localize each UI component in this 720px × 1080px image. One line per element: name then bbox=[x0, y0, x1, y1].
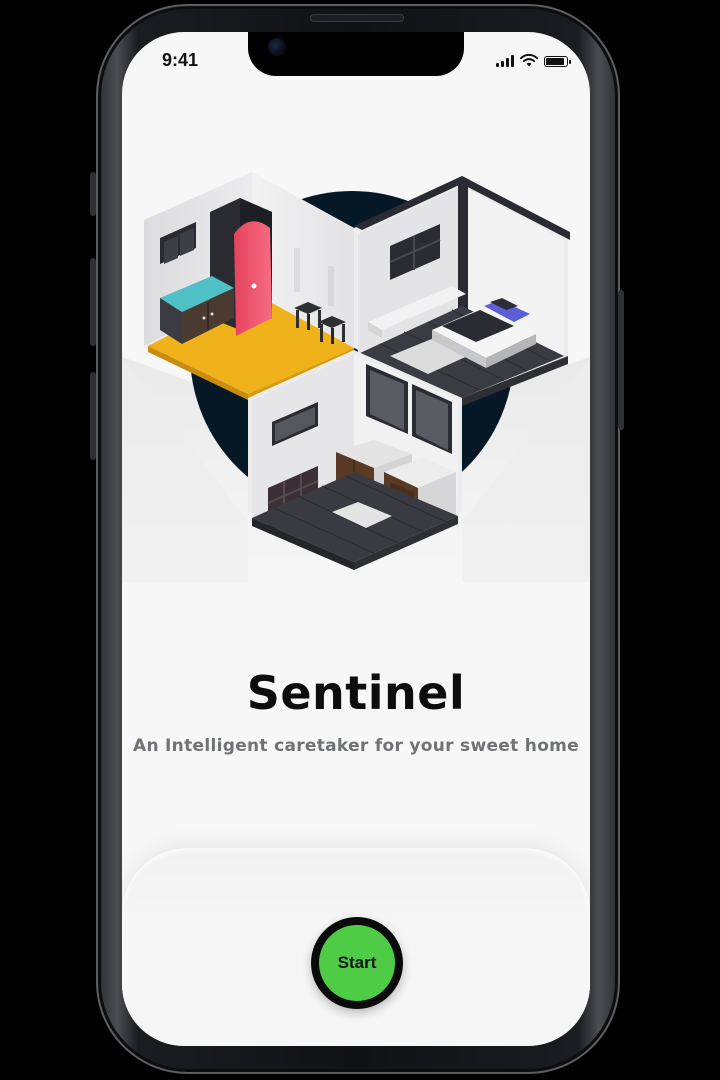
front-camera-icon bbox=[268, 38, 286, 56]
status-icons bbox=[496, 54, 571, 67]
app-subtitle: An Intelligent caretaker for your sweet … bbox=[132, 736, 580, 756]
isometric-house-illustration bbox=[122, 172, 590, 582]
device-stage: 9:41 Sentinel An Intelligent caretaker f… bbox=[0, 0, 720, 1080]
status-time: 9:41 bbox=[162, 50, 199, 70]
volume-down-button bbox=[90, 372, 96, 460]
wifi-icon bbox=[520, 54, 538, 67]
start-button[interactable]: Start bbox=[311, 917, 403, 1009]
volume-up-button bbox=[90, 258, 96, 346]
silent-switch bbox=[90, 172, 96, 216]
app-title: Sentinel bbox=[246, 666, 466, 720]
app-screen: 9:41 Sentinel An Intelligent caretaker f… bbox=[122, 32, 590, 1046]
speaker-grille bbox=[310, 14, 404, 22]
battery-icon bbox=[544, 56, 571, 67]
signal-icon bbox=[496, 55, 514, 67]
power-button bbox=[618, 290, 624, 430]
start-button-label: Start bbox=[319, 925, 395, 1001]
